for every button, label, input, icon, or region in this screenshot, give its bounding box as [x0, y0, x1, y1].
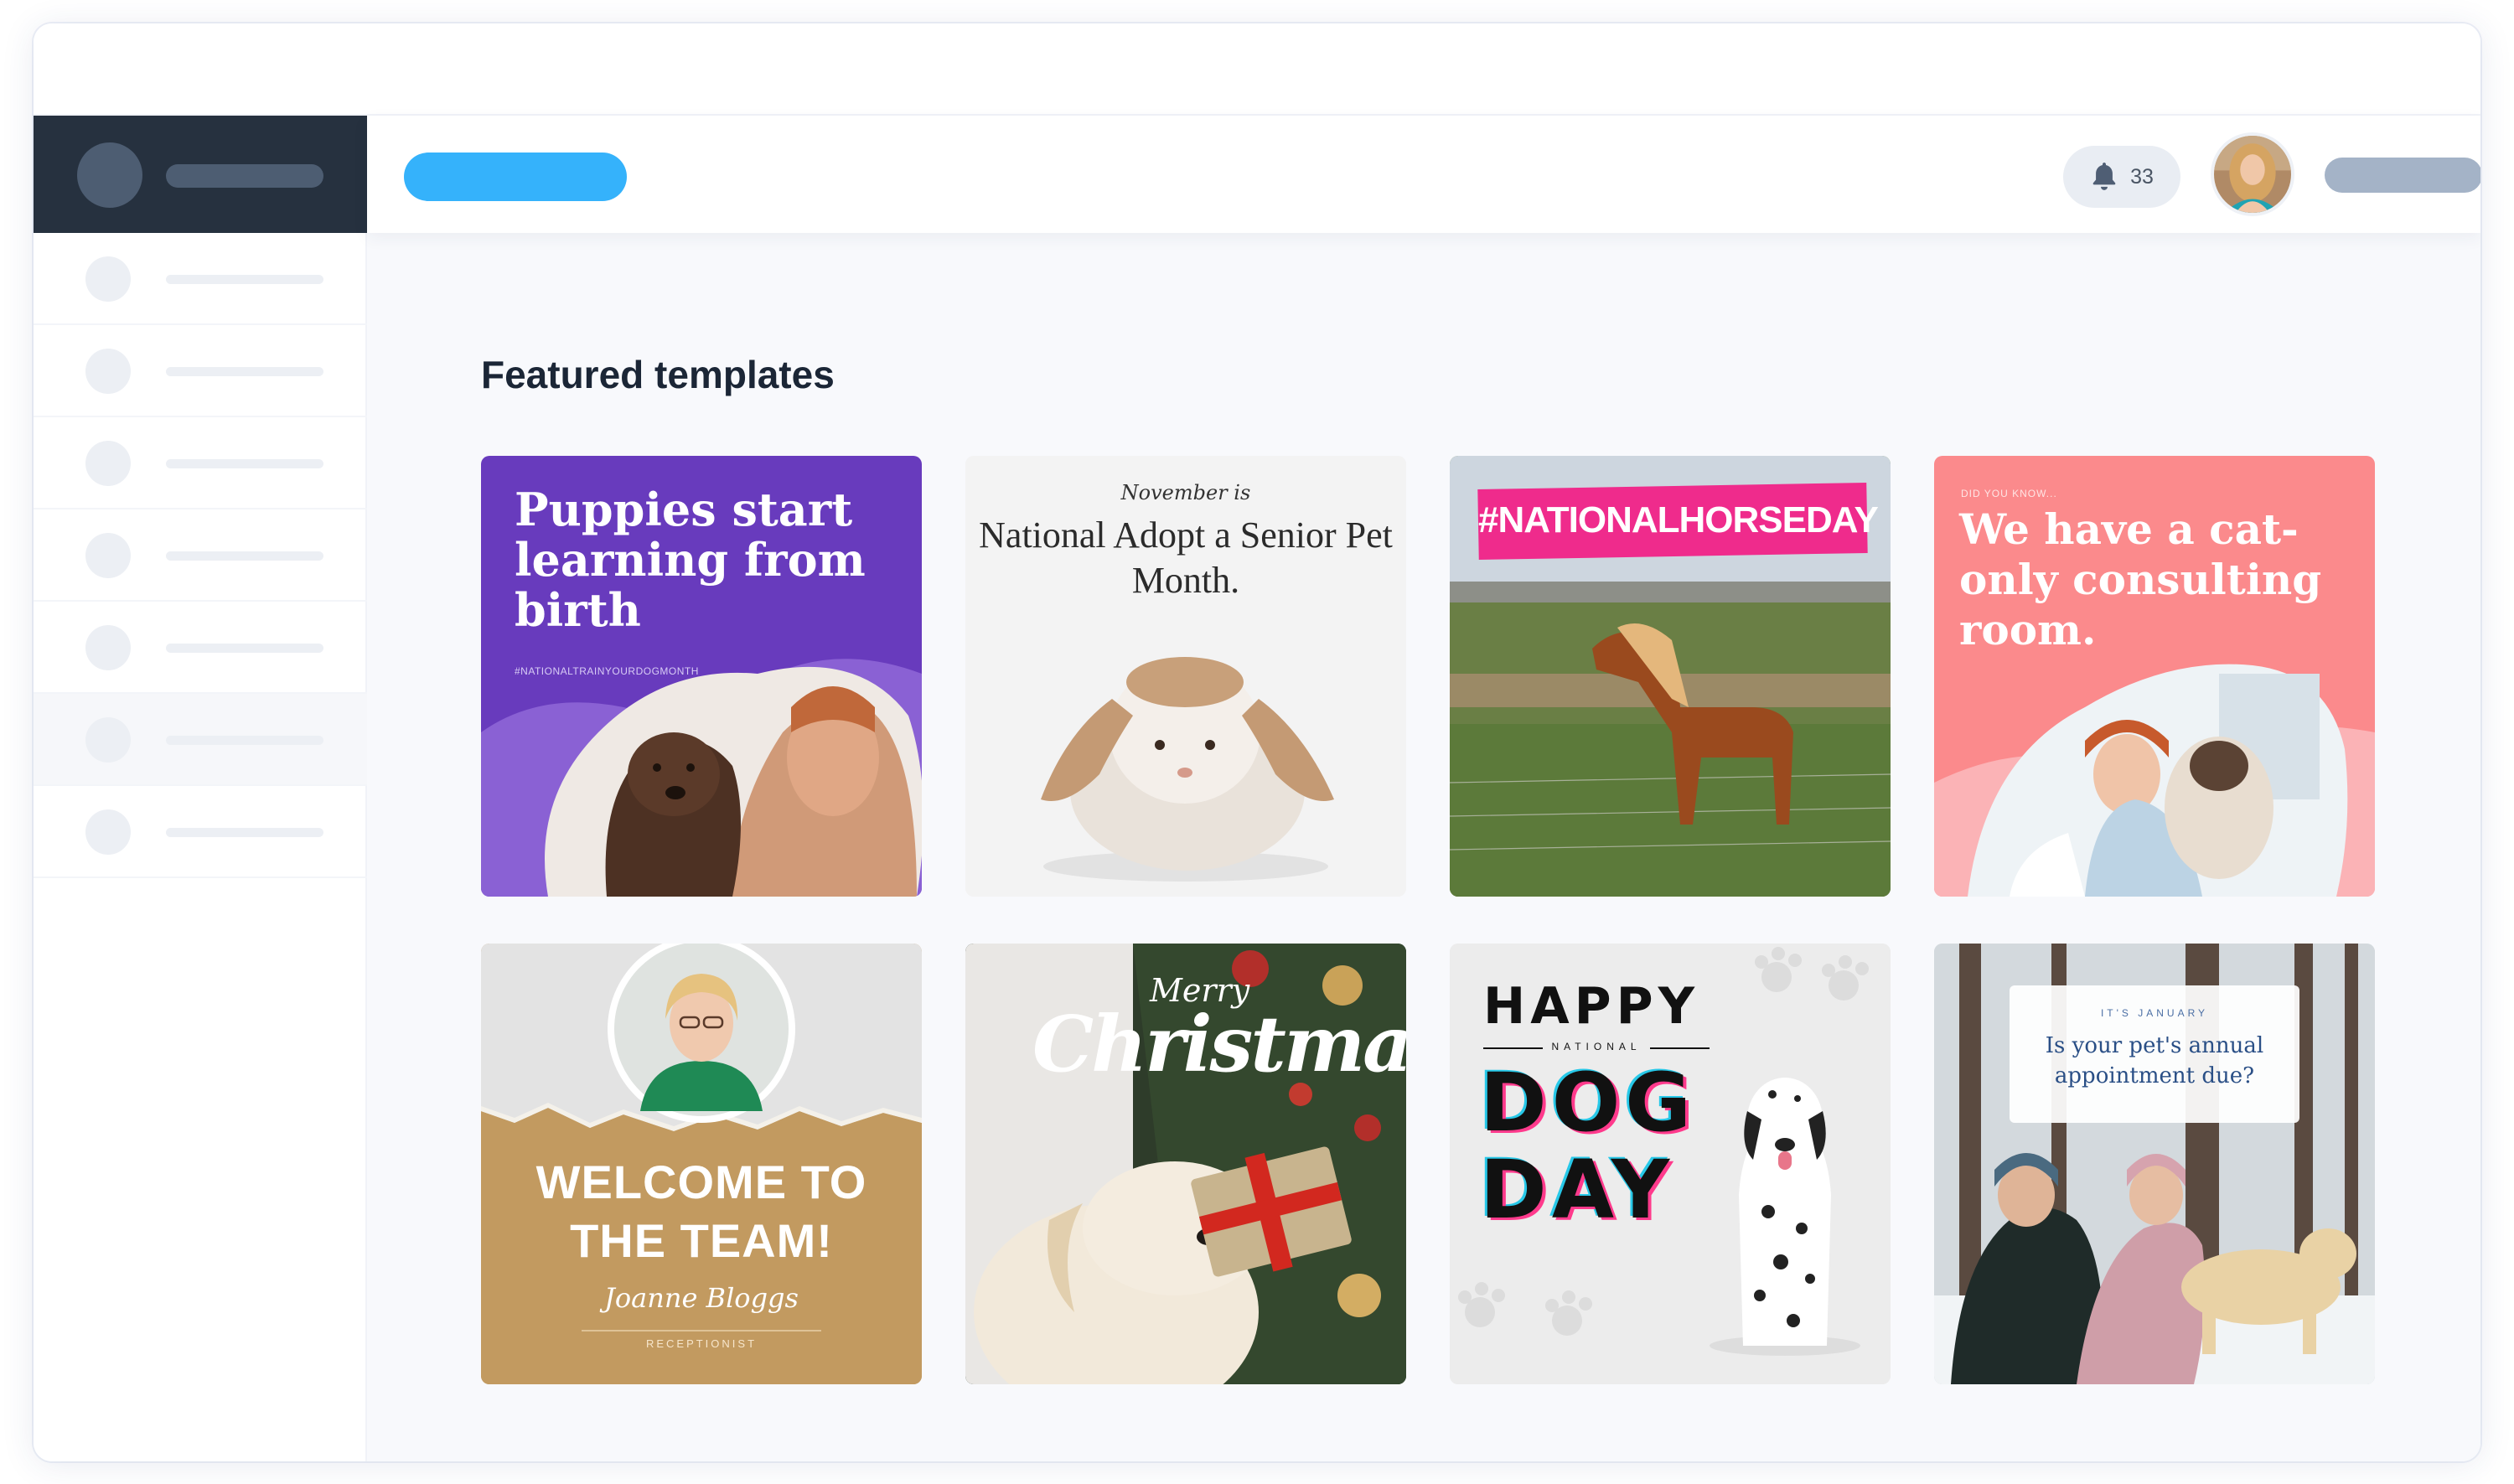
template-card-cat-room[interactable]: DID YOU KNOW... We have a cat-only consu… — [1934, 456, 2375, 897]
workspace-avatar — [77, 142, 142, 208]
sidebar-item-label — [166, 551, 323, 561]
notifications-button[interactable]: 33 — [2063, 146, 2180, 208]
user-avatar[interactable] — [2211, 132, 2294, 216]
sidebar-item-icon — [85, 625, 131, 670]
template-headline: #NATIONALHORSEDAY — [1478, 499, 1879, 540]
sidebar-item-label — [166, 367, 323, 376]
template-headline: National Adopt a Senior Pet Month. — [979, 514, 1393, 601]
sidebar-item-active[interactable] — [34, 694, 367, 786]
template-kicker: NATIONAL — [1483, 1041, 1710, 1052]
sidebar-item[interactable] — [34, 417, 367, 509]
sidebar-item[interactable] — [34, 602, 367, 694]
template-card-senior-pet[interactable]: November is National Adopt a Senior Pet … — [965, 456, 1406, 897]
template-headline: We have a cat-only consulting room. — [1959, 504, 2322, 654]
sidebar-item[interactable] — [34, 509, 367, 602]
sidebar-item[interactable] — [34, 233, 367, 325]
workspace-name-placeholder — [166, 164, 323, 188]
notification-count: 33 — [2130, 164, 2154, 189]
sidebar — [34, 116, 367, 1461]
sidebar-item-icon — [85, 533, 131, 578]
template-card-horse-day[interactable]: #NATIONALHORSEDAY — [1450, 456, 1891, 897]
template-name: Joanne Bloggs — [604, 1282, 799, 1314]
template-kicker: DID YOU KNOW... — [1961, 488, 2057, 499]
template-kicker: November is — [1120, 481, 1251, 504]
sidebar-header[interactable] — [34, 116, 367, 233]
template-headline-happy: HAPPY — [1483, 977, 1700, 1036]
sidebar-item-icon — [85, 809, 131, 855]
template-kicker: IT'S JANUARY — [2100, 1007, 2209, 1019]
sidebar-item-icon — [85, 349, 131, 394]
sidebar-item-icon — [85, 441, 131, 486]
template-card-christmas[interactable]: Merry Christmas — [965, 944, 1406, 1384]
template-headline: Is your pet's annual appointment due? — [2045, 1033, 2264, 1088]
primary-action-button[interactable] — [404, 153, 627, 201]
bell-icon — [2092, 163, 2116, 190]
template-headline-dog-day: DOG DAY — [1480, 1056, 1697, 1237]
sidebar-item-label — [166, 275, 323, 284]
sidebar-item[interactable] — [34, 325, 367, 417]
template-headline: Puppies start learning from birth — [515, 483, 866, 637]
main-content: Featured templates Puppies start learnin… — [367, 233, 2480, 1461]
sidebar-item-icon — [85, 256, 131, 302]
template-headline: Christmas — [1032, 999, 1406, 1089]
section-title: Featured templates — [481, 353, 835, 396]
sidebar-item-icon — [85, 717, 131, 763]
template-kicker-text: NATIONAL — [1543, 1041, 1650, 1052]
top-header: 33 — [367, 116, 2480, 233]
sidebar-item[interactable] — [34, 786, 367, 878]
template-role: RECEPTIONIST — [645, 1337, 758, 1350]
template-card-annual-appointment[interactable]: IT'S JANUARY Is your pet's annual appoin… — [1934, 944, 2375, 1384]
sidebar-item-label — [166, 459, 323, 468]
sidebar-item-label — [166, 736, 323, 745]
template-card-dog-day[interactable]: HAPPY NATIONAL DOG DAY — [1450, 944, 1891, 1384]
template-card-welcome[interactable]: WELCOME TO THE TEAM! Joanne Bloggs RECEP… — [481, 944, 922, 1384]
window-titlebar — [34, 23, 2480, 116]
template-hashtag: #NATIONALTRAINYOURDOGMONTH — [515, 665, 699, 677]
sidebar-item-label — [166, 644, 323, 653]
template-card-puppies[interactable]: Puppies start learning from birth #NATIO… — [481, 456, 922, 897]
template-headline: WELCOME TO THE TEAM! — [535, 1156, 867, 1267]
user-name-placeholder[interactable] — [2325, 158, 2480, 193]
app-window: 33 Featured templates Puppies start lear… — [34, 23, 2480, 1461]
sidebar-item-label — [166, 828, 323, 837]
